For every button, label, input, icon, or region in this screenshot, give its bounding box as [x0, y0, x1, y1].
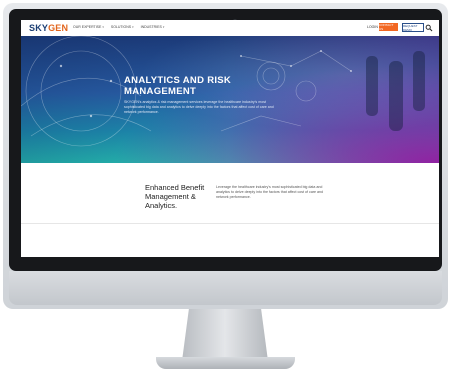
chevron-down-icon: ▾ [132, 25, 134, 29]
nav-item-industries[interactable]: INDUSTRIES ▾ [141, 25, 165, 29]
nav-item-label: OUR EXPERTISE [73, 25, 102, 29]
nav-item-label: INDUSTRIES [140, 25, 162, 29]
chevron-down-icon: ▾ [102, 25, 104, 29]
nav-item-solutions[interactable]: SOLUTIONS ▾ [111, 25, 134, 29]
nav-item-label: SOLUTIONS [110, 25, 132, 29]
logo-accent: GEN [48, 23, 69, 33]
section-description: Leverage the healthcare industry's most … [216, 185, 324, 199]
top-navigation: SKYGEN OUR EXPERTISE ▾ SOLUTIONS ▾ INDUSTR… [21, 20, 439, 36]
contact-us-button[interactable]: CONTACT US [379, 23, 398, 31]
nav-item-our-expertise[interactable]: OUR EXPERTISE ▾ [73, 25, 104, 29]
hero-banner: ANALYTICS AND RISK MANAGEMENT SKYGEN's a… [21, 36, 439, 163]
monitor-stand [182, 309, 268, 361]
request-demo-button[interactable]: REQUEST DEMO [402, 23, 424, 32]
section-title: Enhanced Benefit Management & Analytics. [145, 183, 205, 210]
browser-viewport: SKYGEN OUR EXPERTISE ▾ SOLUTIONS ▾ INDUSTR… [21, 20, 439, 257]
content-section: Enhanced Benefit Management & Analytics.… [21, 163, 439, 223]
monitor-frame: SKYGEN OUR EXPERTISE ▾ SOLUTIONS ▾ INDUSTR… [3, 3, 448, 309]
skygen-logo[interactable]: SKYGEN [29, 23, 68, 33]
section-divider [21, 223, 439, 224]
login-link[interactable]: LOGIN [367, 25, 378, 29]
chevron-down-icon: ▾ [162, 25, 165, 29]
monitor-base [156, 357, 295, 369]
logo-prefix: SKY [29, 23, 49, 33]
monitor-chin [9, 271, 442, 305]
main-menu: OUR EXPERTISE ▾ SOLUTIONS ▾ INDUSTRIES ▾ [73, 25, 164, 29]
hero-description: SKYGEN's analytics & risk management ser… [124, 100, 274, 114]
search-icon[interactable] [425, 24, 433, 32]
hero-title: ANALYTICS AND RISK MANAGEMENT [124, 75, 232, 97]
